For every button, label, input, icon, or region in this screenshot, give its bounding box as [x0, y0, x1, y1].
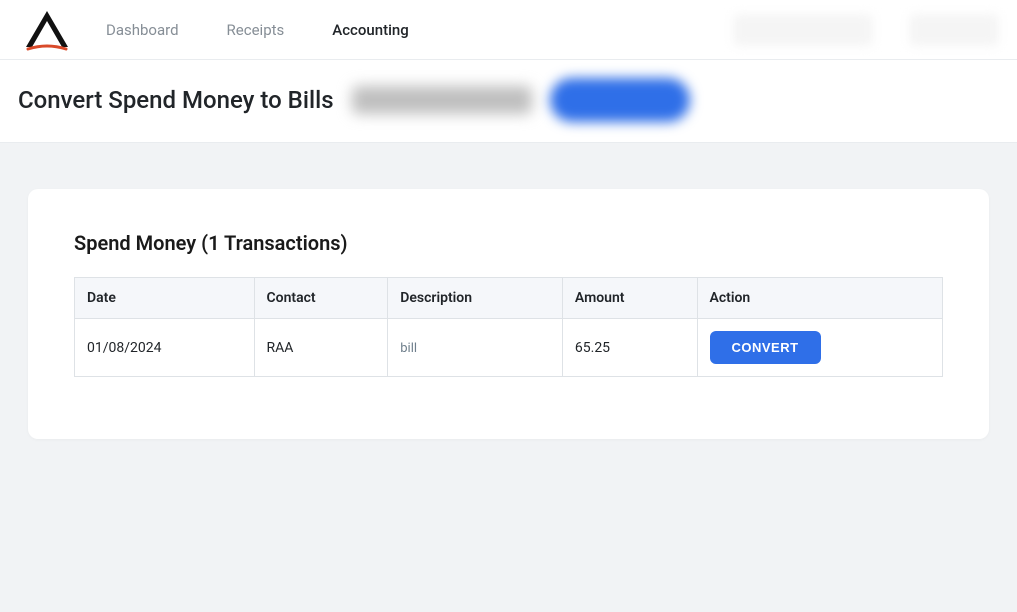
- subheader: Convert Spend Money to Bills: [0, 60, 1017, 143]
- convert-button[interactable]: CONVERT: [710, 331, 821, 364]
- col-date: Date: [75, 278, 255, 319]
- cell-contact: RAA: [254, 319, 388, 377]
- subheader-subtitle-blurred: [352, 86, 532, 114]
- col-action: Action: [697, 278, 943, 319]
- cell-date: 01/08/2024: [75, 319, 255, 377]
- logo-icon: [18, 7, 76, 53]
- top-nav: Dashboard Receipts Accounting: [0, 0, 1017, 60]
- table-header-row: Date Contact Description Amount Action: [75, 278, 943, 319]
- cell-action: CONVERT: [697, 319, 943, 377]
- col-description: Description: [388, 278, 563, 319]
- col-amount: Amount: [562, 278, 697, 319]
- subheader-button-blurred[interactable]: [550, 78, 690, 122]
- logo: [18, 7, 76, 53]
- table-row: 01/08/2024 RAA bill 65.25 CONVERT: [75, 319, 943, 377]
- nav-right-item-1[interactable]: [733, 14, 873, 46]
- description-link[interactable]: bill: [400, 341, 417, 356]
- nav-receipts[interactable]: Receipts: [227, 21, 285, 39]
- transactions-card: Spend Money (1 Transactions) Date Contac…: [28, 189, 989, 439]
- cell-amount: 65.25: [562, 319, 697, 377]
- nav-right-item-2[interactable]: [909, 14, 999, 46]
- nav-right: [733, 14, 999, 46]
- nav-dashboard[interactable]: Dashboard: [106, 21, 179, 39]
- transactions-table: Date Contact Description Amount Action 0…: [74, 277, 943, 377]
- content: Spend Money (1 Transactions) Date Contac…: [0, 143, 1017, 485]
- nav-items: Dashboard Receipts Accounting: [106, 21, 409, 39]
- nav-accounting[interactable]: Accounting: [332, 21, 408, 39]
- page-title: Convert Spend Money to Bills: [18, 86, 334, 114]
- section-title: Spend Money (1 Transactions): [74, 231, 943, 255]
- cell-description: bill: [388, 319, 563, 377]
- col-contact: Contact: [254, 278, 388, 319]
